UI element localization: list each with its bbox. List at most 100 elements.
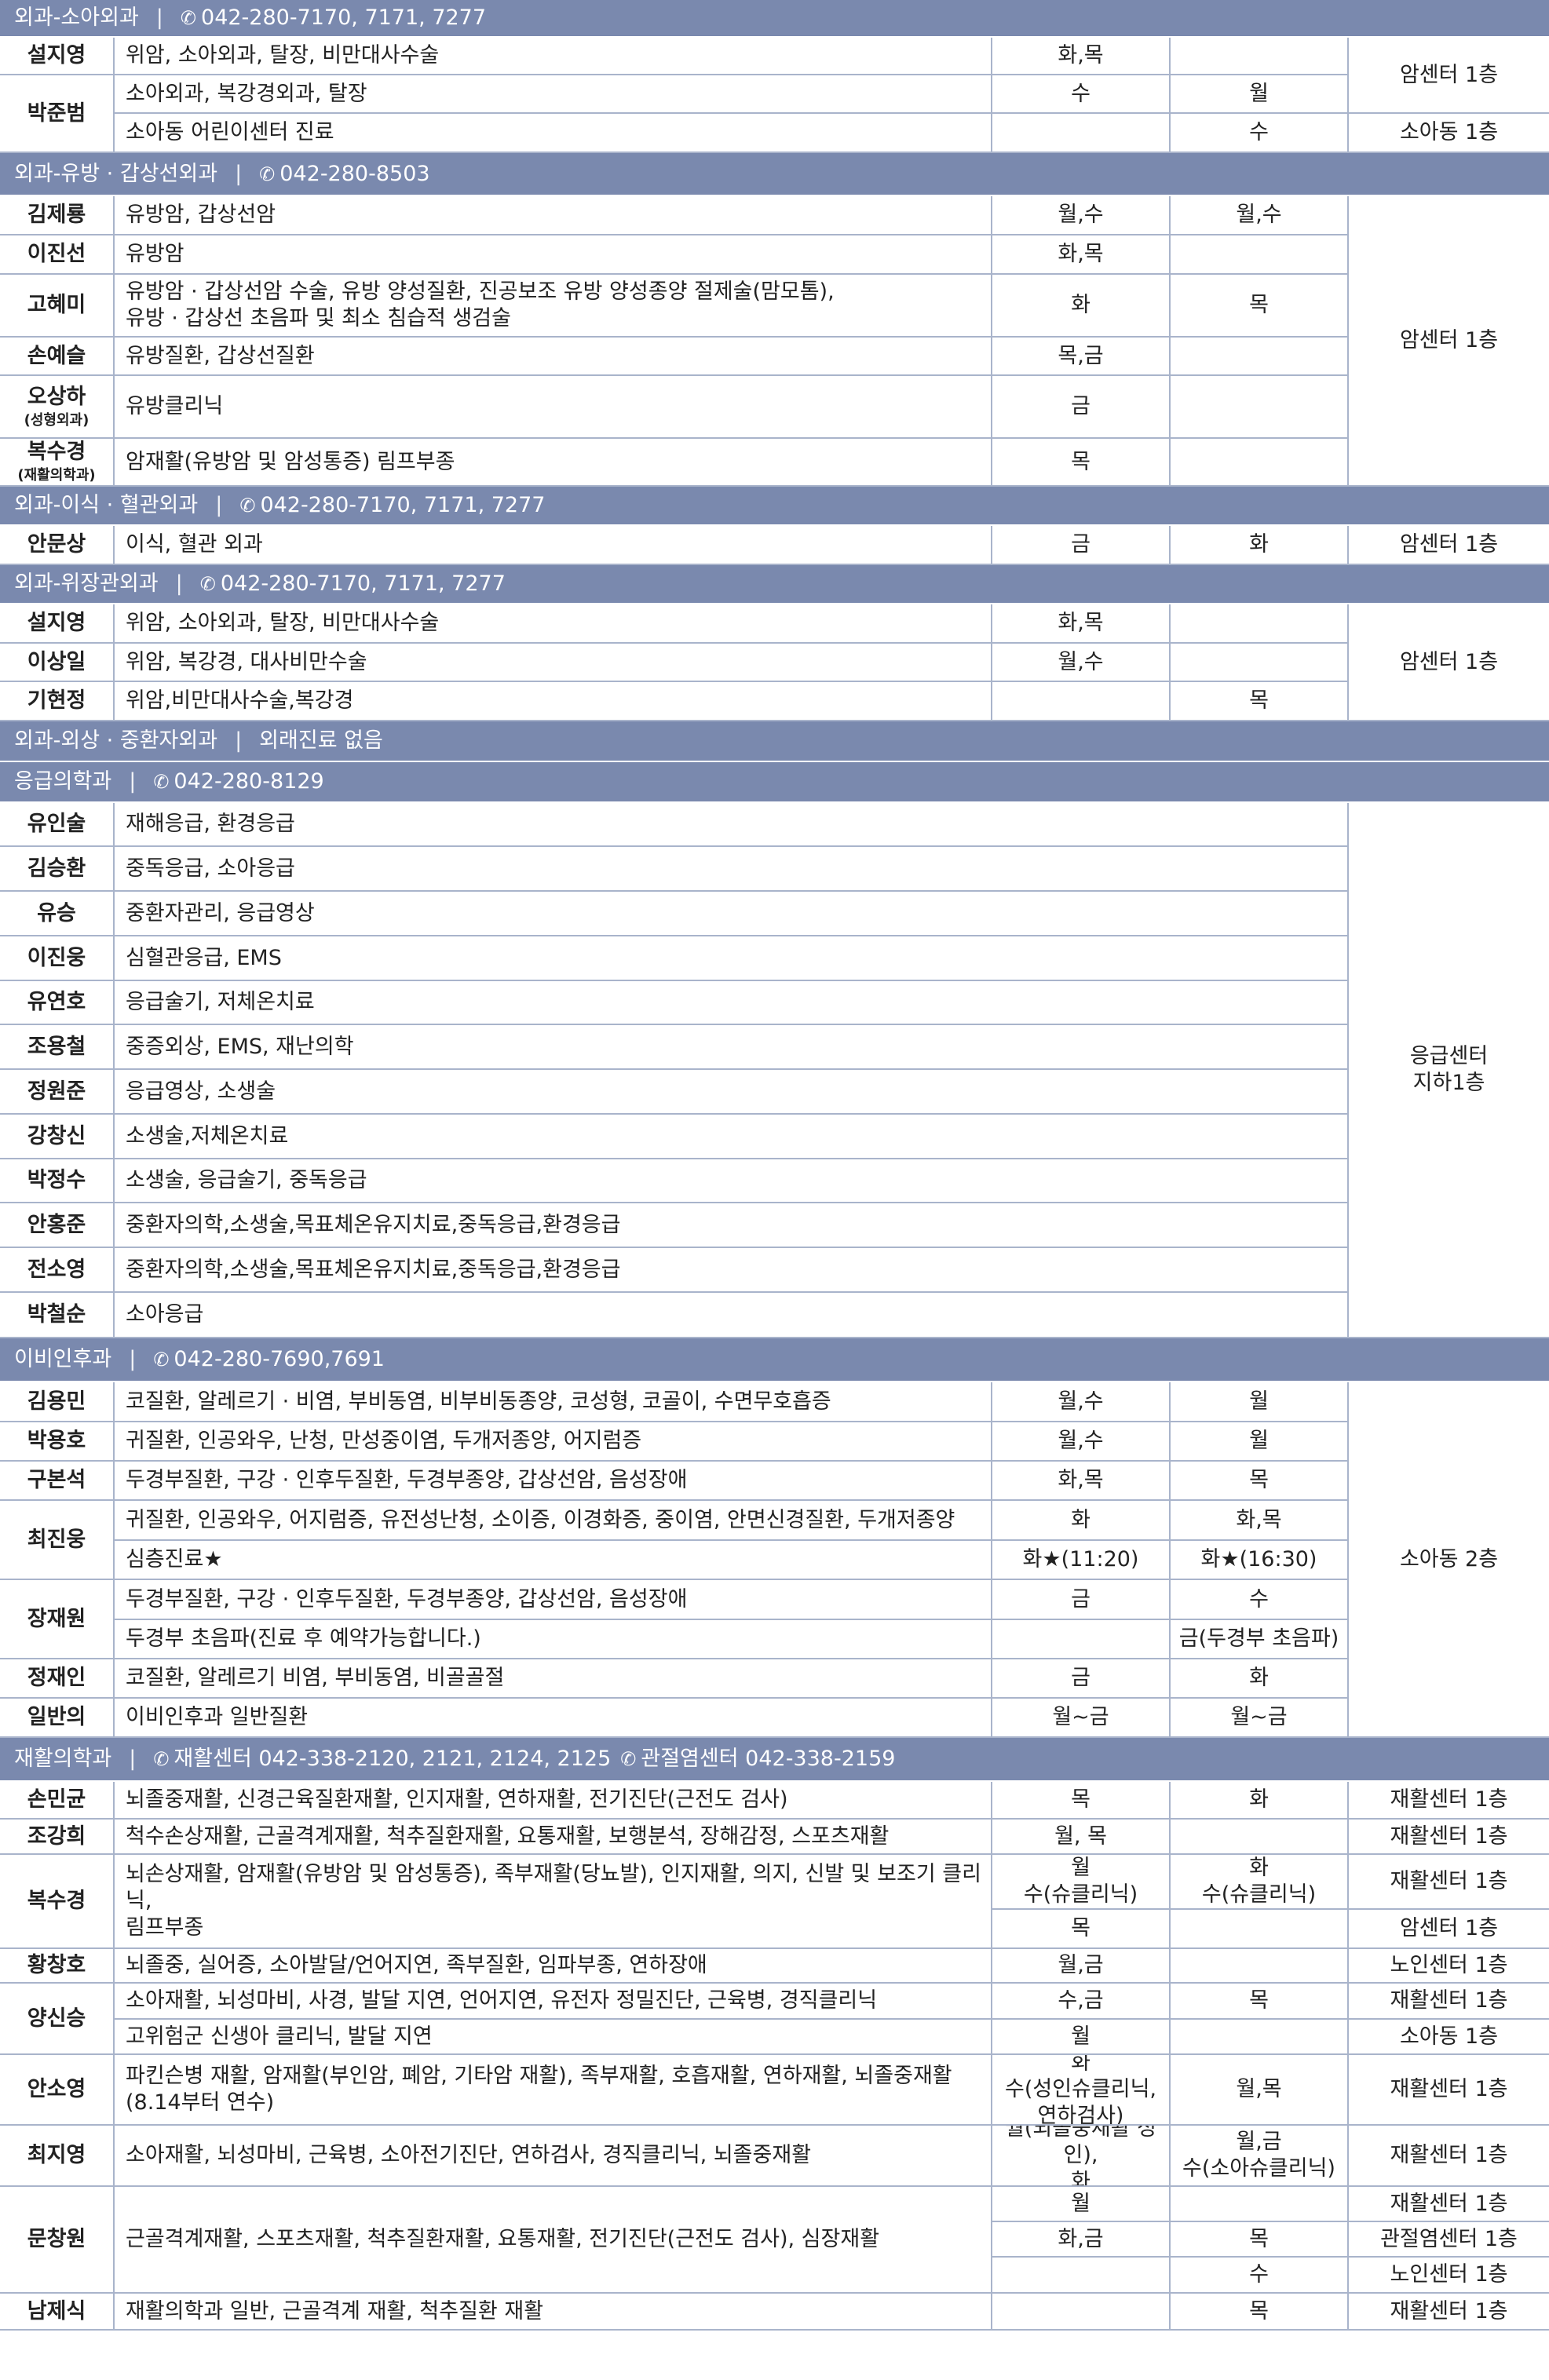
phone-icon: ✆ [180, 7, 197, 29]
doctor-name-text: 설지영 [27, 611, 86, 636]
section-phone: 외래진료 없음 [259, 728, 383, 754]
pm-clinic-days-text: 목 [1249, 293, 1269, 318]
pm-clinic-days-text: 월,수 [1236, 203, 1282, 228]
doctor-name: 고혜미 [0, 275, 115, 338]
specialty-description: 유방암 · 갑상선암 수술, 유방 양성질환, 진공보조 유방 양성종양 절제술… [115, 275, 992, 338]
doctor-name-text: 남제식 [27, 2298, 86, 2323]
section-header: 외과-위장관외과 | ✆ 042-280-7170, 7171, 7277 [0, 565, 1549, 604]
pm-clinic-days: 월 [1171, 75, 1349, 114]
section-phone: 042-280-8503 [279, 161, 430, 186]
doctor-name-text: 안소영 [27, 2077, 86, 2102]
clinic-location: 응급센터 지하1층 [1349, 803, 1549, 1338]
pm-clinic-days-text: 목 [1249, 2226, 1269, 2251]
am-clinic-days-text: 월~금 [1052, 1705, 1109, 1730]
section-title: 외과-유방 · 갑상선외과 [14, 161, 218, 186]
specialty-description-text: 소아동 어린이센터 진료 [126, 120, 334, 145]
specialty-description: 뇌손상재활, 암재활(유방암 및 암성통증), 족부재활(당뇨발), 인지재활,… [115, 1855, 992, 1949]
doctor-name-text: 이진선 [27, 242, 86, 267]
specialty-description-text: 응급영상, 소생술 [126, 1079, 276, 1104]
am-clinic-days [992, 682, 1171, 721]
pm-clinic-days-text: 월,목 [1236, 2077, 1282, 2102]
section-header: 외과-유방 · 갑상선외과 | ✆ 042-280-8503 [0, 153, 1549, 196]
section-phone: 042-280-7170, 7171, 7277 [260, 493, 546, 518]
specialty-description: 유방질환, 갑상선질환 [115, 338, 992, 376]
doctor-name-text: 박준범 [27, 100, 86, 126]
specialty-description: 응급영상, 소생술 [115, 1070, 1349, 1115]
specialty-description-text: 중환자의학,소생술,목표체온유지치료,중독응급,환경응급 [126, 1257, 621, 1282]
doctor-name-text: 최진웅 [27, 1527, 86, 1552]
phone-icon: ✆ [620, 1748, 637, 1770]
am-clinic-days: 월,수 [992, 1382, 1171, 1422]
doctor-name-text: 장재원 [27, 1606, 86, 1631]
specialty-description-text: 심혈관응급, EMS [126, 945, 282, 970]
clinic-location-text: 암센터 1층 [1399, 328, 1499, 353]
am-clinic-days: 목 [992, 1910, 1171, 1949]
doctor-name-text: 문창원 [27, 2227, 86, 2252]
am-clinic-days-text: 금 [1071, 1666, 1091, 1691]
pm-clinic-days [1171, 338, 1349, 376]
clinic-location: 재활센터 1층 [1349, 2055, 1549, 2126]
section-title: 외과-이식 · 혈관외과 [14, 493, 199, 518]
pm-clinic-days: 월,금 수(소아슈클리닉) [1171, 2126, 1349, 2187]
clinic-location-text: 노인센터 1층 [1390, 1953, 1508, 1978]
pm-clinic-days [1171, 644, 1349, 682]
specialty-description: 유방암, 갑상선암 [115, 196, 992, 235]
section-header: 외과-이식 · 혈관외과 | ✆ 042-280-7170, 7171, 7277 [0, 487, 1549, 526]
doctor-name: 문창원 [0, 2187, 115, 2294]
specialty-description-text: 코질환, 알레르기 · 비염, 부비동염, 비부비동종양, 코성형, 코골이, … [126, 1389, 831, 1414]
doctor-name-text: 복수경 [27, 1889, 86, 1914]
pm-clinic-days-text: 화 [1249, 532, 1269, 557]
doctor-name: 조강희 [0, 1820, 115, 1855]
specialty-description-text: 중환자관리, 응급영상 [126, 900, 315, 925]
clinic-location: 재활센터 1층 [1349, 2294, 1549, 2331]
doctor-name: 복수경 [0, 1855, 115, 1949]
section-header: 외과-외상 · 중환자외과 | 외래진료 없음 [0, 721, 1549, 762]
doctor-name-text: 조용철 [27, 1034, 86, 1059]
specialty-description-text: 두경부 초음파(진료 후 예약가능합니다.) [126, 1626, 481, 1652]
specialty-description: 암재활(유방암 및 암성통증) 림프부종 [115, 439, 992, 487]
am-clinic-days: 화,목 [992, 38, 1171, 75]
am-clinic-days: 월(뇌졸중재활 성인), 화 [992, 2126, 1171, 2187]
am-clinic-days: 금 [992, 1580, 1171, 1620]
clinic-location-text: 암센터 1층 [1399, 649, 1499, 674]
pm-clinic-days: 목 [1171, 1462, 1349, 1501]
clinic-location-text: 소아동 2층 [1399, 1546, 1499, 1571]
clinic-location-text: 재활센터 1층 [1390, 1823, 1508, 1849]
clinic-location: 재활센터 1층 [1349, 1782, 1549, 1820]
section-phone: 042-280-7170, 7171, 7277 [201, 5, 487, 31]
clinic-location-text: 재활센터 1층 [1390, 2077, 1508, 2102]
clinic-location-text: 재활센터 1층 [1390, 1787, 1508, 1812]
pm-clinic-days: 화 [1171, 1659, 1349, 1699]
pm-clinic-days-text: 수 [1249, 2262, 1269, 2287]
pm-clinic-days-text: 목 [1249, 2298, 1269, 2323]
specialty-description: 근골격계재활, 스포츠재활, 척추질환재활, 요통재활, 전기진단(근전도 검사… [115, 2187, 992, 2294]
doctor-name-text: 구본석 [27, 1468, 86, 1493]
specialty-description-text: 뇌졸중재활, 신경근육질환재활, 인지재활, 연하재활, 전기진단(근전도 검사… [126, 1787, 788, 1812]
am-clinic-days-text: 월,수 [1058, 1429, 1104, 1454]
clinic-location-text: 재활센터 1층 [1390, 1988, 1508, 2013]
am-clinic-days: 목 [992, 1782, 1171, 1820]
am-clinic-days: 금 [992, 526, 1171, 565]
pm-clinic-days [1171, 38, 1349, 75]
pm-clinic-days: 목 [1171, 682, 1349, 721]
pm-clinic-days: 월,목 [1171, 2055, 1349, 2126]
am-clinic-days [992, 1620, 1171, 1659]
clinic-location-text: 관절염센터 1층 [1380, 2226, 1518, 2251]
doctor-name-text: 복수경 [27, 440, 86, 465]
specialty-description-text: 소아재활, 뇌성마비, 근육병, 소아전기진단, 연하검사, 경직클리닉, 뇌졸… [126, 2143, 812, 2168]
doctor-name-text: 손민균 [27, 1787, 86, 1812]
specialty-description: 응급술기, 저체온치료 [115, 981, 1349, 1025]
doctor-name: 일반의 [0, 1699, 115, 1738]
specialty-description: 심층진료★ [115, 1541, 992, 1580]
doctor-name: 전소영 [0, 1248, 115, 1293]
specialty-description-text: 코질환, 알레르기 비염, 부비동염, 비골골절 [126, 1666, 505, 1691]
clinic-location-text: 노인센터 1층 [1390, 2262, 1508, 2287]
doctor-name-text: 양신승 [27, 2006, 86, 2031]
pm-clinic-days-text: 금(두경부 초음파) [1178, 1626, 1339, 1652]
doctor-name: 손민균 [0, 1782, 115, 1820]
pm-clinic-days: 목 [1171, 2222, 1349, 2258]
doctor-name: 김용민 [0, 1382, 115, 1422]
am-clinic-days: 금 [992, 1659, 1171, 1699]
am-clinic-days: 월 수(슈클리닉) [992, 1855, 1171, 1910]
clinic-location: 재활센터 1층 [1349, 2126, 1549, 2187]
